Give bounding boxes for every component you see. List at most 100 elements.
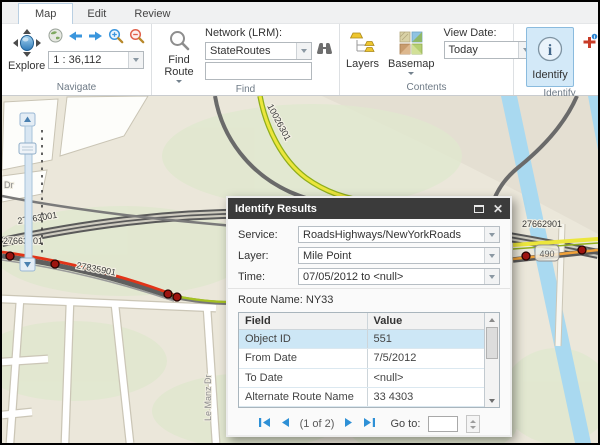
- ribbon-body: Explore: [2, 24, 598, 96]
- street-label-dr: Dr: [4, 180, 14, 190]
- layers-icon: [350, 31, 376, 58]
- dialog-divider: [228, 288, 510, 289]
- layers-label: Layers: [346, 58, 379, 70]
- zoom-out-icon[interactable]: [129, 28, 145, 49]
- route-point-marker[interactable]: [164, 290, 172, 298]
- full-extent-globe-icon[interactable]: [48, 28, 63, 48]
- close-icon[interactable]: ✕: [493, 204, 503, 214]
- find-route-label-2: Route: [164, 66, 193, 78]
- basemap-button[interactable]: Basemap: [388, 27, 434, 81]
- chevron-down-icon[interactable]: [484, 227, 499, 242]
- table-row[interactable]: Alternate Route Name 33 4303: [239, 387, 484, 406]
- spinner-up-icon[interactable]: [470, 420, 476, 423]
- chevron-down-icon[interactable]: [484, 248, 499, 263]
- tab-map[interactable]: Map: [18, 3, 73, 24]
- map-view[interactable]: 490 27663001 27663101 27835901 10026301 …: [2, 96, 598, 443]
- previous-extent-arrow-icon[interactable]: [68, 29, 83, 47]
- dialog-titlebar[interactable]: Identify Results ✕: [228, 198, 510, 219]
- layers-button[interactable]: Layers: [346, 27, 379, 81]
- chevron-down-icon[interactable]: [128, 52, 143, 68]
- route-point-marker[interactable]: [173, 293, 181, 301]
- first-page-button[interactable]: [258, 417, 271, 431]
- table-row[interactable]: Object ID 551: [239, 330, 484, 349]
- explore-button[interactable]: Explore: [8, 27, 45, 81]
- scrollbar-track[interactable]: [485, 326, 499, 394]
- table-header-value[interactable]: Value: [367, 313, 484, 330]
- identify-results-dialog: Identify Results ✕ Service: RoadsHighway…: [226, 196, 512, 437]
- scroll-down-icon[interactable]: [485, 394, 499, 407]
- table-row[interactable]: To Date <null>: [239, 368, 484, 387]
- binoculars-icon[interactable]: [316, 41, 333, 60]
- scale-combobox[interactable]: 1 : 36,112: [48, 51, 144, 69]
- table-cell-field[interactable]: To Date: [239, 368, 367, 387]
- maximize-icon[interactable]: [474, 205, 484, 213]
- time-value: 07/05/2012 to <null>: [299, 271, 484, 283]
- pagination-bar: (1 of 2) Go to:: [238, 408, 500, 433]
- network-combobox[interactable]: StateRoutes: [205, 42, 312, 60]
- scrollbar-thumb[interactable]: [486, 327, 498, 359]
- zoom-in-icon[interactable]: [108, 28, 124, 49]
- service-value: RoadsHighways/NewYorkRoads: [299, 229, 484, 241]
- tab-edit[interactable]: Edit: [73, 4, 120, 23]
- next-extent-arrow-icon[interactable]: [88, 29, 103, 47]
- route-name-label: Route Name:: [238, 294, 303, 306]
- route-point-marker[interactable]: [51, 260, 59, 268]
- goto-spinner[interactable]: [466, 415, 480, 433]
- table-header-field[interactable]: Field: [239, 313, 367, 330]
- time-combobox[interactable]: 07/05/2012 to <null>: [298, 268, 500, 285]
- ribbon-tabbar: Map Edit Review: [2, 2, 598, 24]
- table-cell-value[interactable]: <null>: [367, 368, 484, 387]
- table-cell-value[interactable]: 33 4303: [367, 387, 484, 406]
- table-cell-value[interactable]: 7/5/2012: [367, 349, 484, 368]
- route-point-marker[interactable]: [578, 246, 586, 254]
- group-label-contents: Contents: [340, 81, 513, 95]
- route-label-27663101: 27663101: [3, 236, 43, 246]
- time-label: Time:: [238, 271, 298, 283]
- layer-label: Layer:: [238, 250, 298, 262]
- service-label: Service:: [238, 229, 298, 241]
- group-label-navigate: Navigate: [2, 81, 151, 95]
- table-row[interactable]: From Date 7/5/2012: [239, 349, 484, 368]
- explore-icon: [13, 29, 41, 60]
- route-label-27662901: 27662901: [522, 219, 562, 229]
- route-point-marker[interactable]: [6, 252, 14, 260]
- table-cell-field[interactable]: Alternate Route Name: [239, 387, 367, 406]
- last-page-button[interactable]: [363, 417, 376, 431]
- group-identify: i Identify i Identify: [514, 24, 598, 95]
- chevron-down-icon[interactable]: [296, 43, 311, 59]
- street-label-le-manz-dr: Le Manz Dr: [203, 374, 213, 421]
- table-cell-value[interactable]: 551: [367, 330, 484, 349]
- find-route-button[interactable]: Find Route: [158, 27, 200, 83]
- tab-review[interactable]: Review: [120, 4, 184, 23]
- network-value: StateRoutes: [206, 45, 296, 57]
- app-frame: Map Edit Review: [2, 2, 598, 443]
- view-date-value: Today: [445, 44, 518, 56]
- spinner-down-icon[interactable]: [470, 426, 476, 429]
- service-combobox[interactable]: RoadsHighways/NewYorkRoads: [298, 226, 500, 243]
- route-input[interactable]: [205, 62, 312, 80]
- table-scrollbar[interactable]: [484, 313, 499, 407]
- identify-route-location-icon[interactable]: i: [581, 33, 598, 87]
- svg-text:490: 490: [539, 249, 554, 259]
- layer-combobox[interactable]: Mile Point: [298, 247, 500, 264]
- attribute-table: Field Value Object ID 551 From Date: [238, 312, 500, 408]
- chevron-down-icon[interactable]: [484, 269, 499, 284]
- scroll-up-icon[interactable]: [485, 313, 499, 326]
- table-cell-field[interactable]: Object ID: [239, 330, 367, 349]
- identify-label: Identify: [532, 69, 567, 81]
- identify-button[interactable]: i Identify: [526, 27, 574, 87]
- group-label-find: Find: [152, 83, 339, 96]
- network-lrm-label: Network (LRM):: [205, 27, 333, 41]
- group-contents: Layers: [340, 24, 514, 95]
- previous-page-button[interactable]: [279, 417, 290, 431]
- svg-text:i: i: [548, 42, 553, 59]
- route-point-marker[interactable]: [522, 252, 530, 260]
- table-cell-field[interactable]: From Date: [239, 349, 367, 368]
- next-page-button[interactable]: [344, 417, 355, 431]
- zoom-slider-handle[interactable]: [19, 143, 36, 154]
- group-navigate: Explore: [2, 24, 152, 95]
- find-route-label-1: Find: [168, 54, 189, 66]
- chevron-down-icon: [408, 72, 414, 75]
- layer-value: Mile Point: [299, 250, 484, 262]
- goto-input[interactable]: [428, 416, 458, 432]
